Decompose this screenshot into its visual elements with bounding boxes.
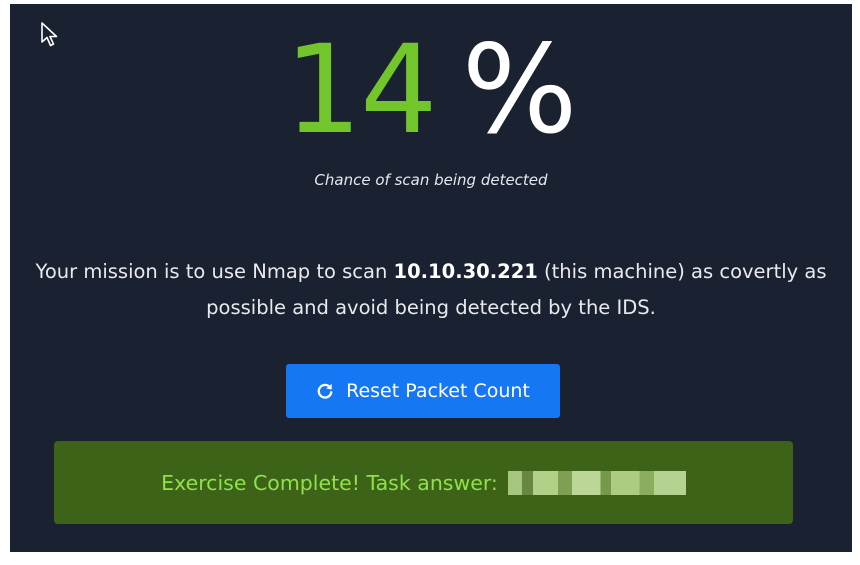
reset-button-label: Reset Packet Count xyxy=(346,380,530,402)
mission-text-before: Your mission is to use Nmap to scan xyxy=(35,260,394,283)
percent-sign: % xyxy=(461,19,578,161)
redacted-task-answer xyxy=(507,470,686,495)
ids-detection-panel: 14% Chance of scan being detected Your m… xyxy=(10,4,852,552)
detection-value: 14 xyxy=(284,19,437,161)
detection-caption: Chance of scan being detected xyxy=(314,171,548,189)
detection-percentage: 14% xyxy=(10,20,852,160)
mission-description: Your mission is to use Nmap to scan 10.1… xyxy=(30,254,832,326)
reset-packet-count-button[interactable]: Reset Packet Count xyxy=(286,364,560,418)
target-ip: 10.10.30.221 xyxy=(393,260,538,283)
exercise-complete-banner: Exercise Complete! Task answer: xyxy=(54,441,793,524)
refresh-icon xyxy=(317,383,333,399)
task-answer-label: Exercise Complete! Task answer: xyxy=(161,470,498,495)
